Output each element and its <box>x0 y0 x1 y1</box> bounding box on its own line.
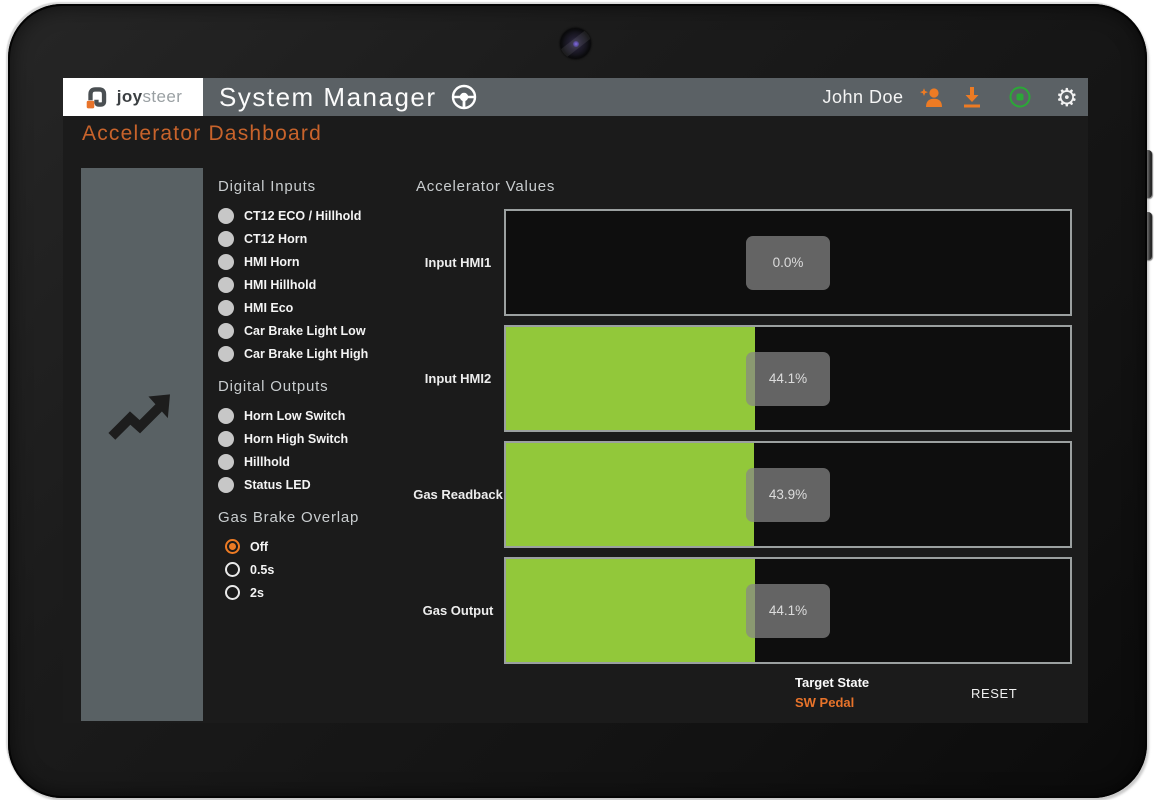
led-label: CT12 ECO / Hillhold <box>244 209 361 223</box>
download-icon[interactable] <box>960 84 984 110</box>
gas-brake-overlap-group: Off 0.5s 2s <box>218 535 413 604</box>
accelerator-bars: Input HMI1 0.0% Input HMI2 44.1% Gas Readbac… <box>416 209 1072 664</box>
led-item: Status LED <box>218 473 413 496</box>
bar-track: 0.0% <box>504 209 1072 316</box>
led-indicator <box>218 300 234 316</box>
app-title-area: System Manager <box>203 78 479 116</box>
led-item: HMI Eco <box>218 296 413 319</box>
trending-up-icon <box>107 389 177 445</box>
led-indicator <box>218 408 234 424</box>
bar-label: Input HMI1 <box>416 209 504 316</box>
settings-gear-icon[interactable]: ⚙ <box>1056 85 1078 110</box>
digital-inputs-title: Digital Inputs <box>218 178 413 195</box>
bar-value-chip: 44.1% <box>746 352 830 406</box>
radio-button[interactable] <box>225 562 240 577</box>
digital-outputs-list: Horn Low Switch Horn High Switch Hillhold S… <box>218 404 413 496</box>
led-item: CT12 Horn <box>218 227 413 250</box>
header-actions: John Doe <box>823 78 1088 116</box>
radio-label: 2s <box>250 586 264 600</box>
led-indicator <box>218 277 234 293</box>
led-label: CT12 Horn <box>244 232 307 246</box>
led-label: Hillhold <box>244 455 290 469</box>
accelerator-bar-row: Gas Readback 43.9% <box>416 441 1072 548</box>
app-title: System Manager <box>219 82 437 113</box>
reset-button[interactable]: RESET <box>963 682 1025 705</box>
brand-light: steer <box>142 87 182 106</box>
page: joysteer System Manager John Doe <box>0 0 1155 800</box>
target-state: Target State SW Pedal <box>795 675 869 710</box>
accelerator-bar-row: Gas Output 44.1% <box>416 557 1072 664</box>
led-label: Car Brake Light High <box>244 347 368 361</box>
sidebar-nav-dashboard[interactable] <box>81 168 203 721</box>
led-indicator <box>218 454 234 470</box>
radio-option[interactable]: Off <box>218 535 413 558</box>
gas-brake-overlap-title: Gas Brake Overlap <box>218 509 413 526</box>
radio-button[interactable] <box>225 585 240 600</box>
digital-inputs-list: CT12 ECO / Hillhold CT12 Horn HMI Horn HMI … <box>218 204 413 365</box>
radio-option[interactable]: 2s <box>218 581 413 604</box>
led-label: Horn Low Switch <box>244 409 345 423</box>
front-camera <box>560 28 591 59</box>
led-label: HMI Eco <box>244 301 293 315</box>
bar-value-chip: 43.9% <box>746 468 830 522</box>
bar-track: 44.1% <box>504 325 1072 432</box>
led-item: Horn High Switch <box>218 427 413 450</box>
user-name: John Doe <box>823 87 904 108</box>
led-item: HMI Hillhold <box>218 273 413 296</box>
bar-value-chip: 44.1% <box>746 584 830 638</box>
radio-label: 0.5s <box>250 563 274 577</box>
bar-fill <box>506 559 755 662</box>
radio-label: Off <box>250 540 268 554</box>
led-label: Status LED <box>244 478 311 492</box>
radio-button[interactable] <box>225 539 240 554</box>
accelerator-bar-row: Input HMI2 44.1% <box>416 325 1072 432</box>
led-indicator <box>218 254 234 270</box>
led-label: HMI Hillhold <box>244 278 316 292</box>
bar-fill <box>506 327 755 430</box>
radio-option[interactable]: 0.5s <box>218 558 413 581</box>
accelerator-values-panel: Accelerator Values Input HMI10.0%Input H… <box>416 178 1072 673</box>
led-label: Horn High Switch <box>244 432 348 446</box>
led-indicator <box>218 231 234 247</box>
steering-wheel-icon <box>449 82 479 112</box>
accelerator-bar-row: Input HMI1 0.0% <box>416 209 1072 316</box>
target-state-value: SW Pedal <box>795 695 869 710</box>
target-state-label: Target State <box>795 675 869 690</box>
led-indicator <box>218 346 234 362</box>
joysteer-logo: joysteer <box>63 78 203 116</box>
led-item: Car Brake Light High <box>218 342 413 365</box>
digital-outputs-title: Digital Outputs <box>218 378 413 395</box>
page-title: Accelerator Dashboard <box>82 122 322 146</box>
app-screen: joysteer System Manager John Doe <box>63 78 1088 723</box>
brand-text: joysteer <box>117 87 183 107</box>
led-label: HMI Horn <box>244 255 300 269</box>
bar-track: 44.1% <box>504 557 1072 664</box>
led-item: Car Brake Light Low <box>218 319 413 342</box>
bar-value-chip: 0.0% <box>746 236 830 290</box>
joysteer-logo-icon <box>84 84 110 110</box>
bar-label: Input HMI2 <box>416 325 504 432</box>
bar-track: 43.9% <box>504 441 1072 548</box>
controls-panel: Digital Inputs CT12 ECO / Hillhold CT12 H… <box>218 178 413 604</box>
led-item: Hillhold <box>218 450 413 473</box>
app-header: joysteer System Manager John Doe <box>63 78 1088 116</box>
bar-fill <box>506 443 754 546</box>
add-user-icon[interactable] <box>917 84 945 110</box>
led-indicator <box>218 431 234 447</box>
accelerator-values-title: Accelerator Values <box>416 178 1072 195</box>
led-item: Horn Low Switch <box>218 404 413 427</box>
led-indicator <box>218 323 234 339</box>
tablet-frame: joysteer System Manager John Doe <box>8 4 1147 798</box>
led-label: Car Brake Light Low <box>244 324 366 338</box>
brand-bold: joy <box>117 87 143 106</box>
status-indicator-icon <box>1007 84 1033 110</box>
bar-label: Gas Output <box>416 557 504 664</box>
led-item: CT12 ECO / Hillhold <box>218 204 413 227</box>
led-indicator <box>218 477 234 493</box>
bar-label: Gas Readback <box>416 441 504 548</box>
led-indicator <box>218 208 234 224</box>
led-item: HMI Horn <box>218 250 413 273</box>
